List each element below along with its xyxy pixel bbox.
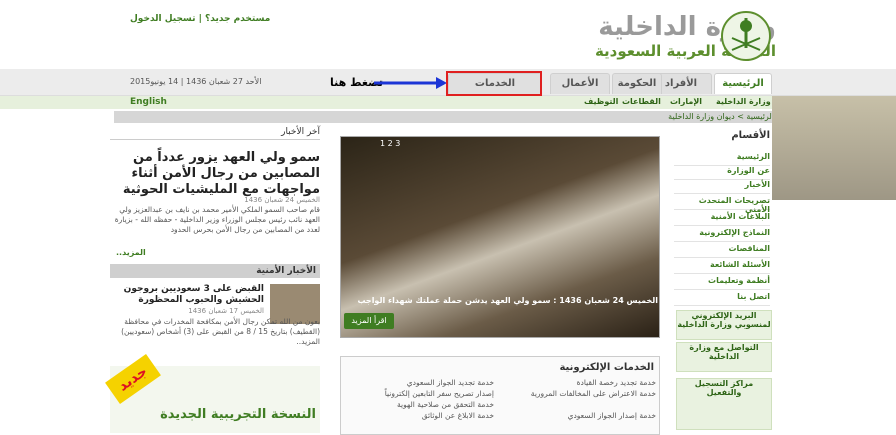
registration-centers-banner[interactable]: مراكز التسجيل والتفعيل bbox=[676, 378, 772, 430]
breadcrumb-text[interactable]: الرئيسية > ديوان وزارة الداخلية bbox=[668, 112, 774, 121]
security-news-body: بعون من الله تمكن رجال الأمن بمكافحة الم… bbox=[121, 317, 320, 346]
eservice-link[interactable]: إصدار تصريح سفر التابعين إلكترونياً bbox=[344, 389, 494, 398]
watermark-logo bbox=[772, 96, 896, 200]
login-links[interactable]: مستخدم جديد؟ | تسجيل الدخول bbox=[130, 14, 270, 24]
eservice-link[interactable]: خدمة الابلاغ عن الوثائق bbox=[344, 411, 494, 420]
annotation-arrow-icon bbox=[374, 77, 447, 89]
eservice-link[interactable]: خدمة إصدار الجواز السعودي bbox=[506, 411, 656, 420]
news-body: قام صاحب السمو الملكي الأمير محمد بن ناي… bbox=[114, 205, 320, 234]
eservice-link[interactable]: خدمة التحقق من صلاحية الهوية bbox=[344, 400, 494, 409]
sidebar-item-tenders[interactable]: المناقصات bbox=[674, 244, 770, 258]
security-news-title[interactable]: القبض على 3 سعوديين بروجون الحشيش والحبو… bbox=[110, 284, 264, 306]
annotation-highlight-box bbox=[446, 71, 542, 96]
sidebar-item-news[interactable]: الأخبار bbox=[674, 180, 770, 194]
sidebar-item-contact[interactable]: اتصل بنا bbox=[674, 292, 770, 306]
news-more-link[interactable]: المزيد.. bbox=[116, 248, 146, 257]
eservice-link[interactable]: خدمة تجديد رخصة القيادة bbox=[506, 378, 656, 387]
eservices-title: الخدمات الإلكترونية bbox=[559, 362, 654, 373]
sidebar-item-security-alerts[interactable]: البلاغات الأمنية bbox=[674, 212, 770, 226]
security-news-date: الخميس 17 شعبان 1436 bbox=[188, 307, 264, 315]
security-news-heading: الأخبار الأمنية bbox=[256, 266, 316, 276]
eservice-link[interactable]: خدمة تجديد الجواز السعودي bbox=[344, 378, 494, 387]
slider-caption[interactable]: الخميس 24 شعبان 1436 : سمو ولي العهد يدش… bbox=[340, 296, 658, 305]
english-link[interactable]: English bbox=[130, 97, 167, 107]
email-banner[interactable]: البريد الإلكتروني لمنسوبي وزارة الداخلية bbox=[676, 310, 772, 340]
tab-government[interactable]: الحكومة bbox=[612, 73, 662, 94]
current-date: الأحد 27 شعبان 1436 | 14 يونيو2015 bbox=[130, 77, 262, 86]
slider-pagination[interactable]: 1 2 3 bbox=[380, 139, 400, 148]
sidebar-item-regulations[interactable]: أنظمة وتعليمات bbox=[674, 276, 770, 290]
sidebar-item-spokesman[interactable]: تصريحات المتحدث الأمني bbox=[674, 196, 770, 214]
sidebar-item-eforms[interactable]: النماذج الإلكترونية bbox=[674, 228, 770, 242]
sidebar-item-home[interactable]: الرئيسية bbox=[674, 152, 770, 166]
eservice-link[interactable]: خدمة الاعتراض على المخالفات المرورية bbox=[506, 389, 656, 398]
beta-banner-title: النسخة التجريبية الجديدة bbox=[160, 407, 316, 422]
sidebar-item-faq[interactable]: الأسئلة الشائعة bbox=[674, 260, 770, 274]
contact-banner[interactable]: التواصل مع وزارة الداخلية bbox=[676, 342, 772, 372]
news-title[interactable]: سمو ولي العهد يزور عدداً من المصابين من … bbox=[110, 150, 320, 198]
subnav-jobs[interactable]: التوظيف bbox=[584, 97, 618, 106]
news-date: الخميس 24 شعبان 1436 bbox=[244, 196, 320, 204]
subnav-emirates[interactable]: الإمارات bbox=[670, 97, 702, 106]
sidebar-item-about[interactable]: عن الوزارة bbox=[674, 166, 770, 180]
read-more-button[interactable]: اقرأ المزيد bbox=[344, 313, 394, 329]
news-slider[interactable] bbox=[340, 136, 660, 338]
sections-title: الأقسام bbox=[731, 130, 770, 141]
emblem-icon bbox=[721, 11, 771, 61]
subnav-sectors[interactable]: القطاعات bbox=[622, 97, 661, 106]
tab-business[interactable]: الأعمال bbox=[550, 73, 610, 94]
news-heading: آخر الأخبار bbox=[110, 127, 320, 140]
tab-home[interactable]: الرئيسية bbox=[714, 73, 772, 94]
